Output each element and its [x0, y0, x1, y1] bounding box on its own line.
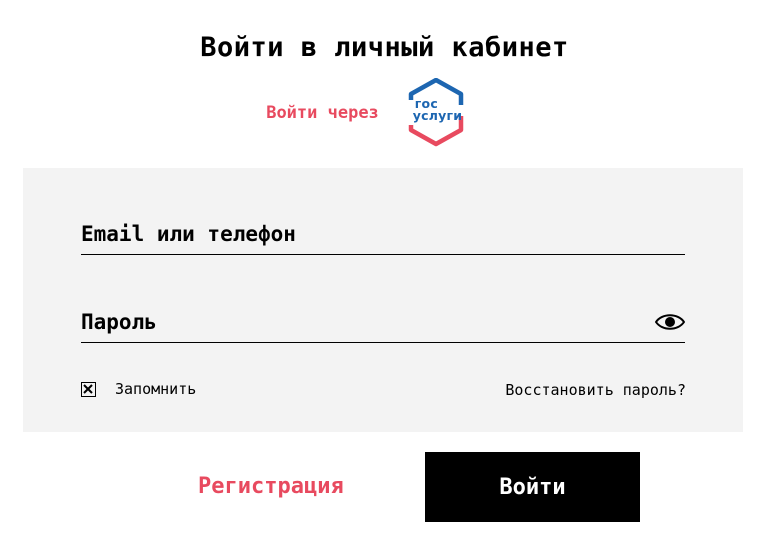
password-field[interactable]: [81, 302, 641, 342]
remember-label: Запомнить: [115, 380, 197, 398]
email-field[interactable]: [81, 214, 641, 254]
eye-icon[interactable]: [655, 312, 685, 332]
gosuslugi-logo-text-line2: услуги: [412, 108, 463, 123]
gosuslugi-login-row: Войти через гос услуги: [0, 78, 769, 148]
gosuslugi-label[interactable]: Войти через: [266, 103, 379, 123]
remember-checkbox[interactable]: [81, 381, 96, 397]
email-field-wrapper: [81, 214, 685, 255]
check-x-icon: [83, 383, 93, 394]
remember-me[interactable]: Запомнить: [81, 380, 196, 398]
login-form-panel: Запомнить Восстановить пароль?: [23, 168, 743, 432]
restore-password-link[interactable]: Восстановить пароль?: [505, 381, 686, 399]
gosuslugi-logo[interactable]: гос услуги: [403, 78, 469, 148]
register-link[interactable]: Регистрация: [198, 474, 344, 499]
page-title: Войти в личный кабинет: [200, 32, 569, 63]
login-button[interactable]: Войти: [425, 452, 640, 522]
password-field-wrapper: [81, 302, 685, 343]
